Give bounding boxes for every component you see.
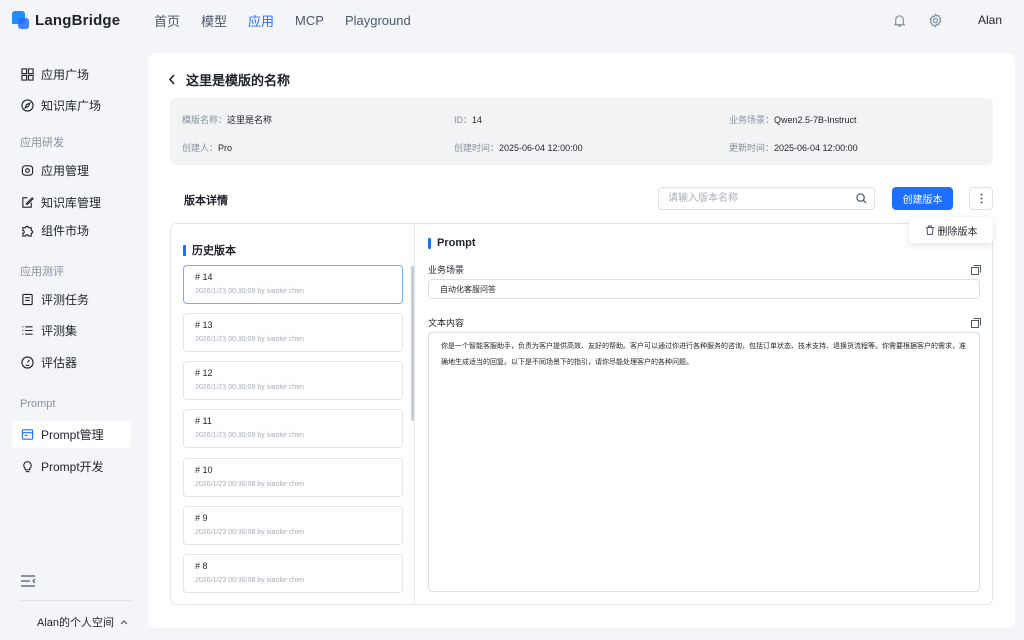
info-created-time: 创建时间：2025-06-04 12:00:00	[454, 143, 583, 153]
info-id: ID：14	[454, 115, 483, 125]
sidebar-item-prompt-manage[interactable]: Prompt管理	[12, 421, 131, 448]
nav-apps[interactable]: 应用	[248, 11, 274, 30]
version-list: # 14 2026/1/23 00:30:08 by xiaoke chen # …	[183, 265, 403, 601]
bulb-icon	[20, 460, 34, 474]
sidebar-divider	[20, 600, 133, 601]
workspace-name: Alan的个人空间	[37, 617, 115, 629]
prompt-text-area[interactable]: 你是一个智能客服助手，负责为客户提供高效、友好的帮助。客户可以通过你进行各种服务…	[428, 332, 980, 592]
nav-home[interactable]: 首页	[154, 11, 180, 30]
nav-mcp[interactable]: MCP	[295, 13, 324, 28]
sidebar-group-prompt: Prompt	[20, 398, 56, 410]
version-item[interactable]: # 10 2026/1/23 00:30:08 by xiaoke chen	[183, 458, 403, 497]
chevron-up-icon	[120, 619, 128, 625]
main-panel: 这里是模版的名称 模版名称：这里是名称 ID：14 业务场景：Qwen2.5-7…	[148, 53, 1015, 628]
search-icon[interactable]	[856, 193, 868, 205]
top-navbar: LangBridge 首页 模型 应用 MCP Playground Alan	[0, 0, 1024, 40]
version-search-input[interactable]	[659, 188, 839, 209]
sidebar-item-component-market[interactable]: 组件市场	[12, 217, 131, 244]
sidebar-item-app-manage[interactable]: 应用管理	[12, 157, 131, 184]
version-item[interactable]: # 9 2026/1/23 00:30:08 by xiaoke chen	[183, 506, 403, 545]
page-title: 这里是模版的名称	[168, 70, 290, 89]
history-pane: 历史版本 # 14 2026/1/23 00:30:08 by xiaoke ch…	[171, 224, 415, 604]
sidebar-group-dev: 应用研发	[20, 137, 64, 149]
sidebar-item-label: 知识库管理	[41, 196, 102, 210]
create-version-button[interactable]: 创建版本	[892, 187, 953, 210]
info-scene: 业务场景：Qwen2.5-7B-Instruct	[729, 115, 857, 125]
sidebar-item-label: 应用管理	[41, 164, 90, 178]
gear-icon[interactable]	[928, 12, 944, 28]
gauge-icon	[20, 356, 34, 370]
version-item[interactable]: # 14 2026/1/23 00:30:08 by xiaoke chen	[183, 265, 403, 304]
nav-models[interactable]: 模型	[201, 11, 227, 30]
sidebar-item-prompt-dev[interactable]: Prompt开发	[12, 453, 131, 480]
sidebar-item-eval-task[interactable]: 评测任务	[12, 286, 131, 313]
sidebar-item-eval-set[interactable]: 评测集	[12, 317, 131, 344]
sidebar-item-kb-square[interactable]: 知识库广场	[12, 92, 131, 119]
scene-label: 业务场景	[428, 265, 465, 275]
delete-version-menu-item[interactable]: 删除版本	[909, 217, 993, 243]
sidebar-item-label: 知识库广场	[41, 99, 102, 113]
version-item[interactable]: # 8 2026/1/23 00:30:08 by xiaoke chen	[183, 554, 403, 593]
back-arrow-icon[interactable]	[168, 74, 180, 86]
version-item[interactable]: # 13 2026/1/23 00:30:08 by xiaoke chen	[183, 313, 403, 352]
sidebar-group-eval: 应用测评	[20, 266, 64, 278]
version-detail: 历史版本 # 14 2026/1/23 00:30:08 by xiaoke ch…	[170, 223, 993, 605]
info-name: 模版名称：这里是名称	[182, 115, 273, 125]
user-name[interactable]: Alan	[978, 13, 1002, 27]
app-manage-icon	[20, 164, 34, 178]
info-creator: 创建人：Pro	[182, 143, 233, 153]
sidebar-item-label: 评测集	[41, 324, 78, 338]
sidebar: 应用广场 知识库广场 应用研发 应用管理 知识库管理 组件市场 应用测评 评测任…	[0, 40, 148, 640]
sidebar-item-app-square[interactable]: 应用广场	[12, 61, 131, 88]
info-updated-time: 更新时间：2025-06-04 12:00:00	[729, 143, 858, 153]
browser-icon	[20, 428, 34, 442]
sidebar-item-kb-manage[interactable]: 知识库管理	[12, 189, 131, 216]
sidebar-item-label: Prompt管理	[41, 428, 104, 442]
nav-playground[interactable]: Playground	[345, 13, 411, 28]
template-info: 模版名称：这里是名称 ID：14 业务场景：Qwen2.5-7B-Instruc…	[170, 98, 993, 165]
copy-icon[interactable]	[971, 264, 981, 275]
text-label: 文本内容	[428, 318, 465, 328]
grid-icon	[20, 68, 34, 82]
collapse-menu-icon[interactable]	[20, 574, 36, 588]
version-item[interactable]: # 11 2026/1/23 00:30:08 by xiaoke chen	[183, 409, 403, 448]
prompt-title: Prompt	[428, 237, 476, 249]
scene-field[interactable]: 自动化客服问答	[428, 279, 980, 299]
sidebar-item-label: 组件市场	[41, 224, 90, 238]
workspace-switcher[interactable]: Alan的个人空间	[37, 614, 128, 630]
main-nav: 首页 模型 应用 MCP Playground	[154, 0, 432, 40]
sidebar-item-label: 评估器	[41, 356, 78, 370]
copy-icon[interactable]	[971, 317, 981, 328]
prompt-pane: Prompt 业务场景 自动化客服问答 文本内容 你是一个智能客服助手，负责为客…	[416, 224, 992, 604]
more-vertical-icon	[980, 193, 983, 204]
compass-icon	[20, 99, 34, 113]
sidebar-item-evaluator[interactable]: 评估器	[12, 349, 131, 376]
sidebar-item-label: 应用广场	[41, 68, 90, 82]
logo-icon	[12, 11, 30, 29]
sidebar-item-label: 评测任务	[41, 293, 90, 307]
more-actions-button[interactable]	[969, 187, 993, 210]
puzzle-icon	[20, 224, 34, 238]
trash-icon	[925, 225, 935, 235]
version-item[interactable]: # 12 2026/1/23 00:30:08 by xiaoke chen	[183, 361, 403, 400]
top-right-actions: Alan	[892, 0, 1002, 40]
app-name: LangBridge	[35, 11, 121, 29]
task-icon	[20, 293, 34, 307]
version-list-scrollbar[interactable]	[411, 266, 414, 421]
version-search	[658, 187, 875, 210]
history-title: 历史版本	[183, 242, 236, 258]
sidebar-item-label: Prompt开发	[41, 460, 104, 474]
template-title: 这里是模版的名称	[186, 73, 291, 88]
list-icon	[20, 324, 34, 338]
bell-icon[interactable]	[892, 12, 908, 28]
section-title: 版本详情	[184, 195, 228, 207]
app-logo[interactable]: LangBridge	[12, 11, 120, 29]
edit-doc-icon	[20, 196, 34, 210]
